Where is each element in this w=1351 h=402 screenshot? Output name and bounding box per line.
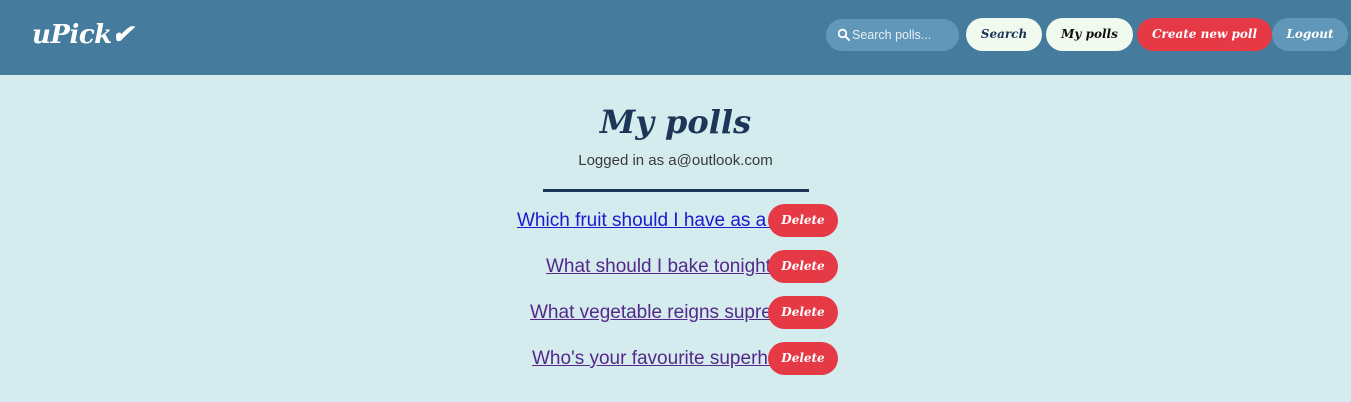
poll-row: What should I bake tonight? Delete [400,250,951,284]
brand-logo[interactable]: uPick✔ [32,20,133,50]
delete-poll-button[interactable]: Delete [768,342,838,375]
delete-poll-button[interactable]: Delete [768,204,838,237]
logged-in-status: Logged in as a@outlook.com [578,152,773,169]
create-new-poll-button[interactable]: Create new poll [1137,18,1272,51]
delete-poll-button[interactable]: Delete [768,296,838,329]
delete-poll-button[interactable]: Delete [768,250,838,283]
page-title: My polls [599,103,752,141]
search-input[interactable] [852,19,956,51]
poll-row: What vegetable reigns supreme? Delete [400,296,951,330]
poll-link[interactable]: What vegetable reigns supreme? [530,296,809,330]
search-icon [837,28,850,41]
my-polls-button[interactable]: My polls [1046,18,1133,51]
divider [543,189,809,192]
logout-button[interactable]: Logout [1272,18,1348,51]
poll-link[interactable]: What should I bake tonight? [546,250,782,284]
search-field[interactable] [826,19,959,51]
navbar: uPick✔ Search My polls Create new poll L… [0,0,1351,75]
search-button[interactable]: Search [966,18,1042,51]
poll-row: Which fruit should I have as a snack? De… [400,204,951,238]
poll-link[interactable]: Who's your favourite superhero? [532,342,806,376]
poll-row: Who's your favourite superhero? Delete [400,342,951,376]
